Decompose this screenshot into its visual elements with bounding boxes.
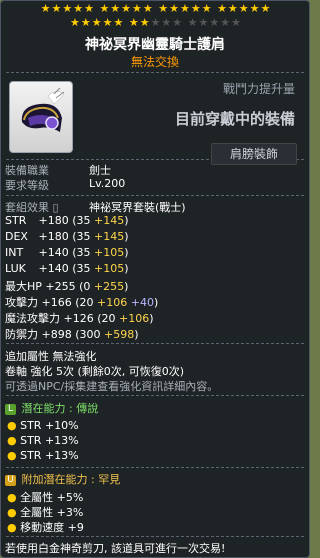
set-effect-label: 套組效果 ▯ [5,199,59,215]
stat-row: 攻擊力 +166 (20 +106 +40) [5,296,159,309]
bonus-potential-line: ● 全屬性 +3% [7,506,84,519]
stat-base: 35 [76,262,91,275]
divider [6,467,304,468]
item-icon-frame [9,81,73,153]
stat-row: 最大HP +255 (0 +255) [5,280,129,293]
stat-total: +166 [41,296,72,309]
potential-line: ● STR +10% [7,419,79,432]
set-effect-label-text: 套組效果 [5,201,49,214]
stat-bonus: +105 [94,262,125,275]
stat-row: INT +140 (35 +105) [5,246,129,259]
bonus-potential-line: ● 移動速度 +9 [7,521,84,534]
stat-bonus: +145 [94,230,125,243]
divider [6,343,304,344]
stat-name: DEX [5,230,28,243]
stat-name: 攻擊力 [5,296,38,309]
level-value: Lv.200 [89,177,126,190]
stat-row: 魔法攻擊力 +126 (20 +106) [5,312,154,325]
stat-base: 20 [101,312,116,325]
stat-base: 35 [76,230,91,243]
stat-starforce: +40 [130,296,154,309]
stat-row: LUK +140 (35 +105) [5,262,129,275]
npc-hint: 可透過NPC/採集建查看強化資訊詳細內容。 [5,380,219,393]
shoulder-armor-icon [21,87,65,132]
stat-bonus: +106 [97,296,128,309]
stat-total: +898 [41,328,72,341]
extra-attr-row: 追加屬性 無法強化 [5,348,97,364]
stat-total: +140 [38,262,69,275]
stat-name: STR [5,214,27,227]
level-label: 要求等級 [5,179,49,192]
stat-base: 35 [76,214,91,227]
info-icon[interactable]: ▯ [53,201,59,214]
stat-base: 20 [79,296,94,309]
job-value: 劍士 [89,164,111,177]
legendary-badge-icon: L [5,403,16,415]
bonus-potential-title-row: U 附加潛在能力 : 罕見 [5,471,120,487]
stat-total: +140 [38,246,69,259]
star-row-2: ★★★★★ ★★★★★ ★★★★★ [70,16,242,29]
stat-total: +180 [38,214,69,227]
stat-name: 最大HP [5,280,42,293]
potential-title-row: L 潛在能力 : 傳說 [5,400,98,416]
stat-total: +180 [38,230,69,243]
stat-row: STR +180 (35 +145) [5,214,129,227]
stat-row: DEX +180 (35 +145) [5,230,129,243]
stat-name: LUK [5,262,26,275]
stat-base: 35 [76,246,91,259]
footer-note: 若使用白金神奇剪刀, 該道具可進行一次交易! [5,542,226,555]
stat-bonus: +106 [119,312,150,325]
job-label: 裝備職業 [5,164,49,177]
stat-row: 防禦力 +898 (300 +598) [5,328,139,341]
stat-name: 防禦力 [5,328,38,341]
stat-base: 0 [83,280,91,293]
power-label: 戰鬥力提升量 [222,82,295,96]
stat-total: +126 [63,312,94,325]
scroll-value: 強化 5次 (剩餘0次, 可恢復0次) [30,365,185,378]
divider [6,536,304,537]
scroll-row: 卷軸 強化 5次 (剩餘0次, 可恢復0次) [5,363,184,379]
stat-total: +255 [45,280,76,293]
stat-bonus: +105 [94,246,125,259]
item-name: 神祕冥界幽靈騎士護肩 [85,37,225,53]
set-name: 神祕冥界套裝(戰士) [89,201,186,214]
stat-base: 300 [79,328,101,341]
unique-badge-icon: U [5,474,16,486]
scroll-label: 卷軸 [5,365,27,378]
item-tooltip: ★★★★★ ★★★★★ ★★★★★ ★★★★★ ★★★★★ ★★★★★ ★★★★… [0,0,310,558]
bonus-potential-title: 附加潛在能力 : 罕見 [21,473,121,486]
divider [6,395,304,396]
potential-line: ● STR +13% [7,449,79,462]
stat-bonus: +145 [94,214,125,227]
stat-name: INT [5,246,24,259]
bonus-potential-line: ● 全屬性 +5% [7,491,84,504]
currently-equipped-text: 目前穿戴中的裝備 [174,110,295,128]
extra-attr-value: 無法強化 [52,350,97,363]
divider [6,72,304,73]
trade-status: 無法交換 [130,55,179,69]
category-tag: 肩膀裝飾 [211,143,297,165]
divider [6,195,304,196]
extra-attr-label: 追加屬性 [5,350,49,363]
star-row-1: ★★★★★ ★★★★★ ★★★★★ ★★★★★ [40,2,272,15]
potential-title: 潛在能力 : 傳說 [21,402,99,415]
stat-bonus: +598 [104,328,135,341]
potential-line: ● STR +13% [7,434,79,447]
stat-name: 魔法攻擊力 [5,312,60,325]
stat-bonus: +255 [93,280,125,293]
